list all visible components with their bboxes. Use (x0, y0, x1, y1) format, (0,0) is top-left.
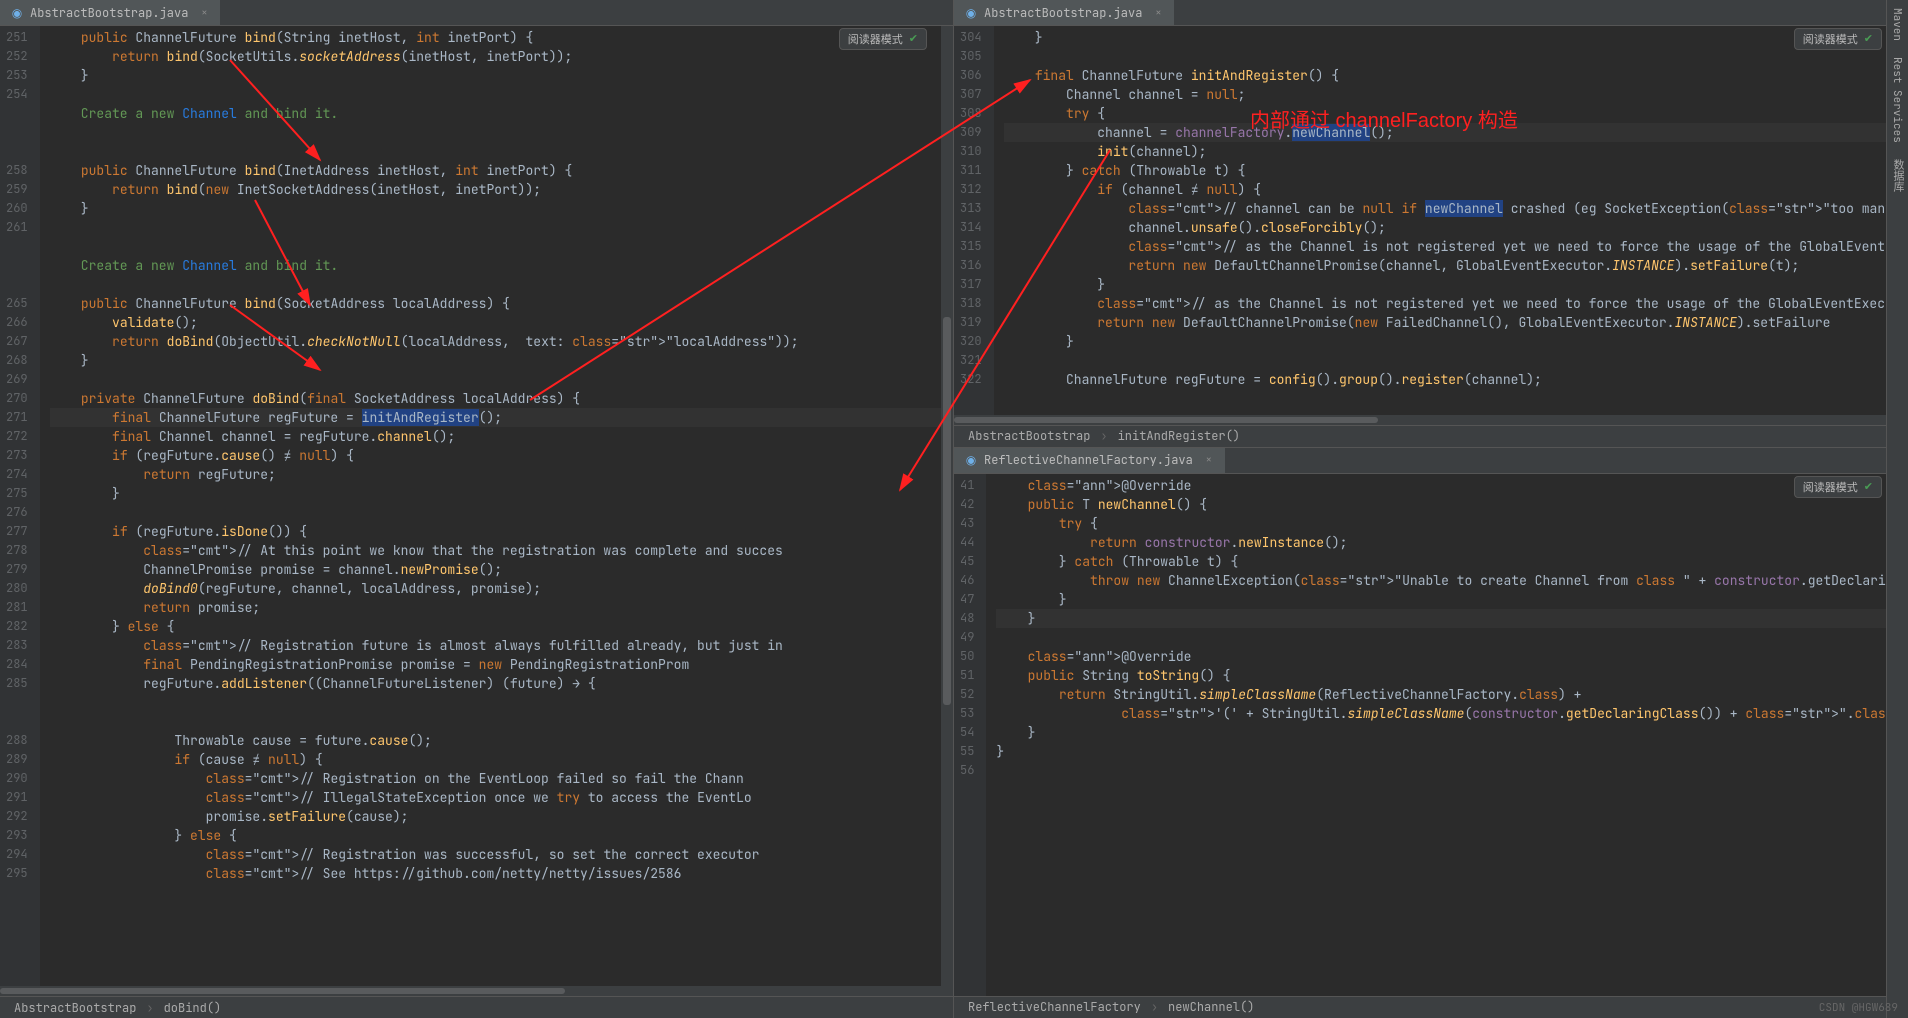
line-gutter: 2512522532542582592602612652662672682692… (0, 26, 40, 996)
check-icon: ✔ (1864, 32, 1873, 46)
tab-rtop-file[interactable]: ◉ AbstractBootstrap.java × (954, 0, 1174, 25)
crumb-class[interactable]: AbstractBootstrap (968, 428, 1090, 444)
reader-mode-badge[interactable]: 阅读器模式 ✔ (839, 28, 927, 50)
rtop-tabbar: ◉ AbstractBootstrap.java × (954, 0, 1908, 26)
vertical-scrollbar[interactable] (941, 26, 953, 996)
chevron-icon: › (1151, 999, 1158, 1015)
tool-rest[interactable]: Rest Services (1887, 49, 1907, 151)
scroll-thumb[interactable] (0, 988, 565, 994)
horizontal-scrollbar[interactable] (954, 415, 1896, 425)
reader-mode-label: 阅读器模式 (1803, 479, 1858, 495)
scroll-thumb[interactable] (954, 417, 1378, 423)
chevron-icon: › (146, 1000, 153, 1016)
rbot-tabbar: ◉ ReflectiveChannelFactory.java × (954, 448, 1908, 474)
rbot-editor[interactable]: 41424344454647484950515253545556 class="… (954, 474, 1908, 996)
right-tool-strip[interactable]: Maven Rest Services 数据库 (1886, 0, 1908, 1018)
tab-label: AbstractBootstrap.java (984, 5, 1142, 21)
check-icon: ✔ (1864, 480, 1873, 494)
right-top-editor-panel: ◉ AbstractBootstrap.java × 阅读器模式 ✔ 30430… (954, 0, 1908, 448)
crumb-class[interactable]: ReflectiveChannelFactory (968, 999, 1141, 1015)
crumb-class[interactable]: AbstractBootstrap (14, 1000, 136, 1016)
code-area[interactable]: } final ChannelFuture initAndRegister() … (994, 26, 1908, 425)
line-gutter: 41424344454647484950515253545556 (954, 474, 986, 996)
check-icon: ✔ (909, 32, 918, 46)
tab-rbot-file[interactable]: ◉ ReflectiveChannelFactory.java × (954, 448, 1225, 473)
close-icon[interactable]: × (1203, 454, 1215, 466)
right-bottom-editor-panel: ◉ ReflectiveChannelFactory.java × 阅读器模式 … (954, 448, 1908, 1018)
close-icon[interactable]: × (198, 7, 210, 19)
left-editor[interactable]: 2512522532542582592602612652662672682692… (0, 26, 953, 996)
tool-db[interactable]: 数据库 (1887, 151, 1908, 200)
code-area[interactable]: public ChannelFuture bind(String inetHos… (40, 26, 953, 996)
tab-label: AbstractBootstrap.java (30, 5, 188, 21)
java-class-icon: ◉ (964, 453, 978, 467)
left-editor-panel: ◉ AbstractBootstrap.java × 阅读器模式 ✔ 25125… (0, 0, 954, 1018)
reader-mode-label: 阅读器模式 (848, 31, 903, 47)
crumb-method[interactable]: doBind() (164, 1000, 222, 1016)
tab-left-file[interactable]: ◉ AbstractBootstrap.java × (0, 0, 220, 25)
rtop-editor[interactable]: 3043053063073083093103113123133143153163… (954, 26, 1908, 425)
crumb-method[interactable]: initAndRegister() (1118, 428, 1240, 444)
tool-maven[interactable]: Maven (1887, 0, 1907, 49)
chevron-icon: › (1100, 428, 1107, 444)
line-gutter: 3043053063073083093103113123133143153163… (954, 26, 994, 425)
code-area[interactable]: class="ann">@Override public T newChanne… (986, 474, 1908, 996)
rtop-breadcrumbs[interactable]: AbstractBootstrap › initAndRegister() (954, 425, 1908, 447)
right-panel-stack: ◉ AbstractBootstrap.java × 阅读器模式 ✔ 30430… (954, 0, 1908, 1018)
crumb-method[interactable]: newChannel() (1168, 999, 1254, 1015)
reader-mode-badge[interactable]: 阅读器模式 ✔ (1794, 28, 1882, 50)
left-breadcrumbs[interactable]: AbstractBootstrap › doBind() (0, 996, 953, 1018)
scroll-thumb[interactable] (943, 317, 951, 705)
left-tabbar: ◉ AbstractBootstrap.java × (0, 0, 953, 26)
rbot-breadcrumbs[interactable]: ReflectiveChannelFactory › newChannel() (954, 996, 1908, 1018)
java-class-icon: ◉ (964, 6, 978, 20)
reader-mode-label: 阅读器模式 (1803, 31, 1858, 47)
watermark: CSDN @HGW689 (1819, 1001, 1898, 1015)
close-icon[interactable]: × (1152, 7, 1164, 19)
java-class-icon: ◉ (10, 6, 24, 20)
horizontal-scrollbar[interactable] (0, 986, 941, 996)
tab-label: ReflectiveChannelFactory.java (984, 452, 1193, 468)
reader-mode-badge[interactable]: 阅读器模式 ✔ (1794, 476, 1882, 498)
